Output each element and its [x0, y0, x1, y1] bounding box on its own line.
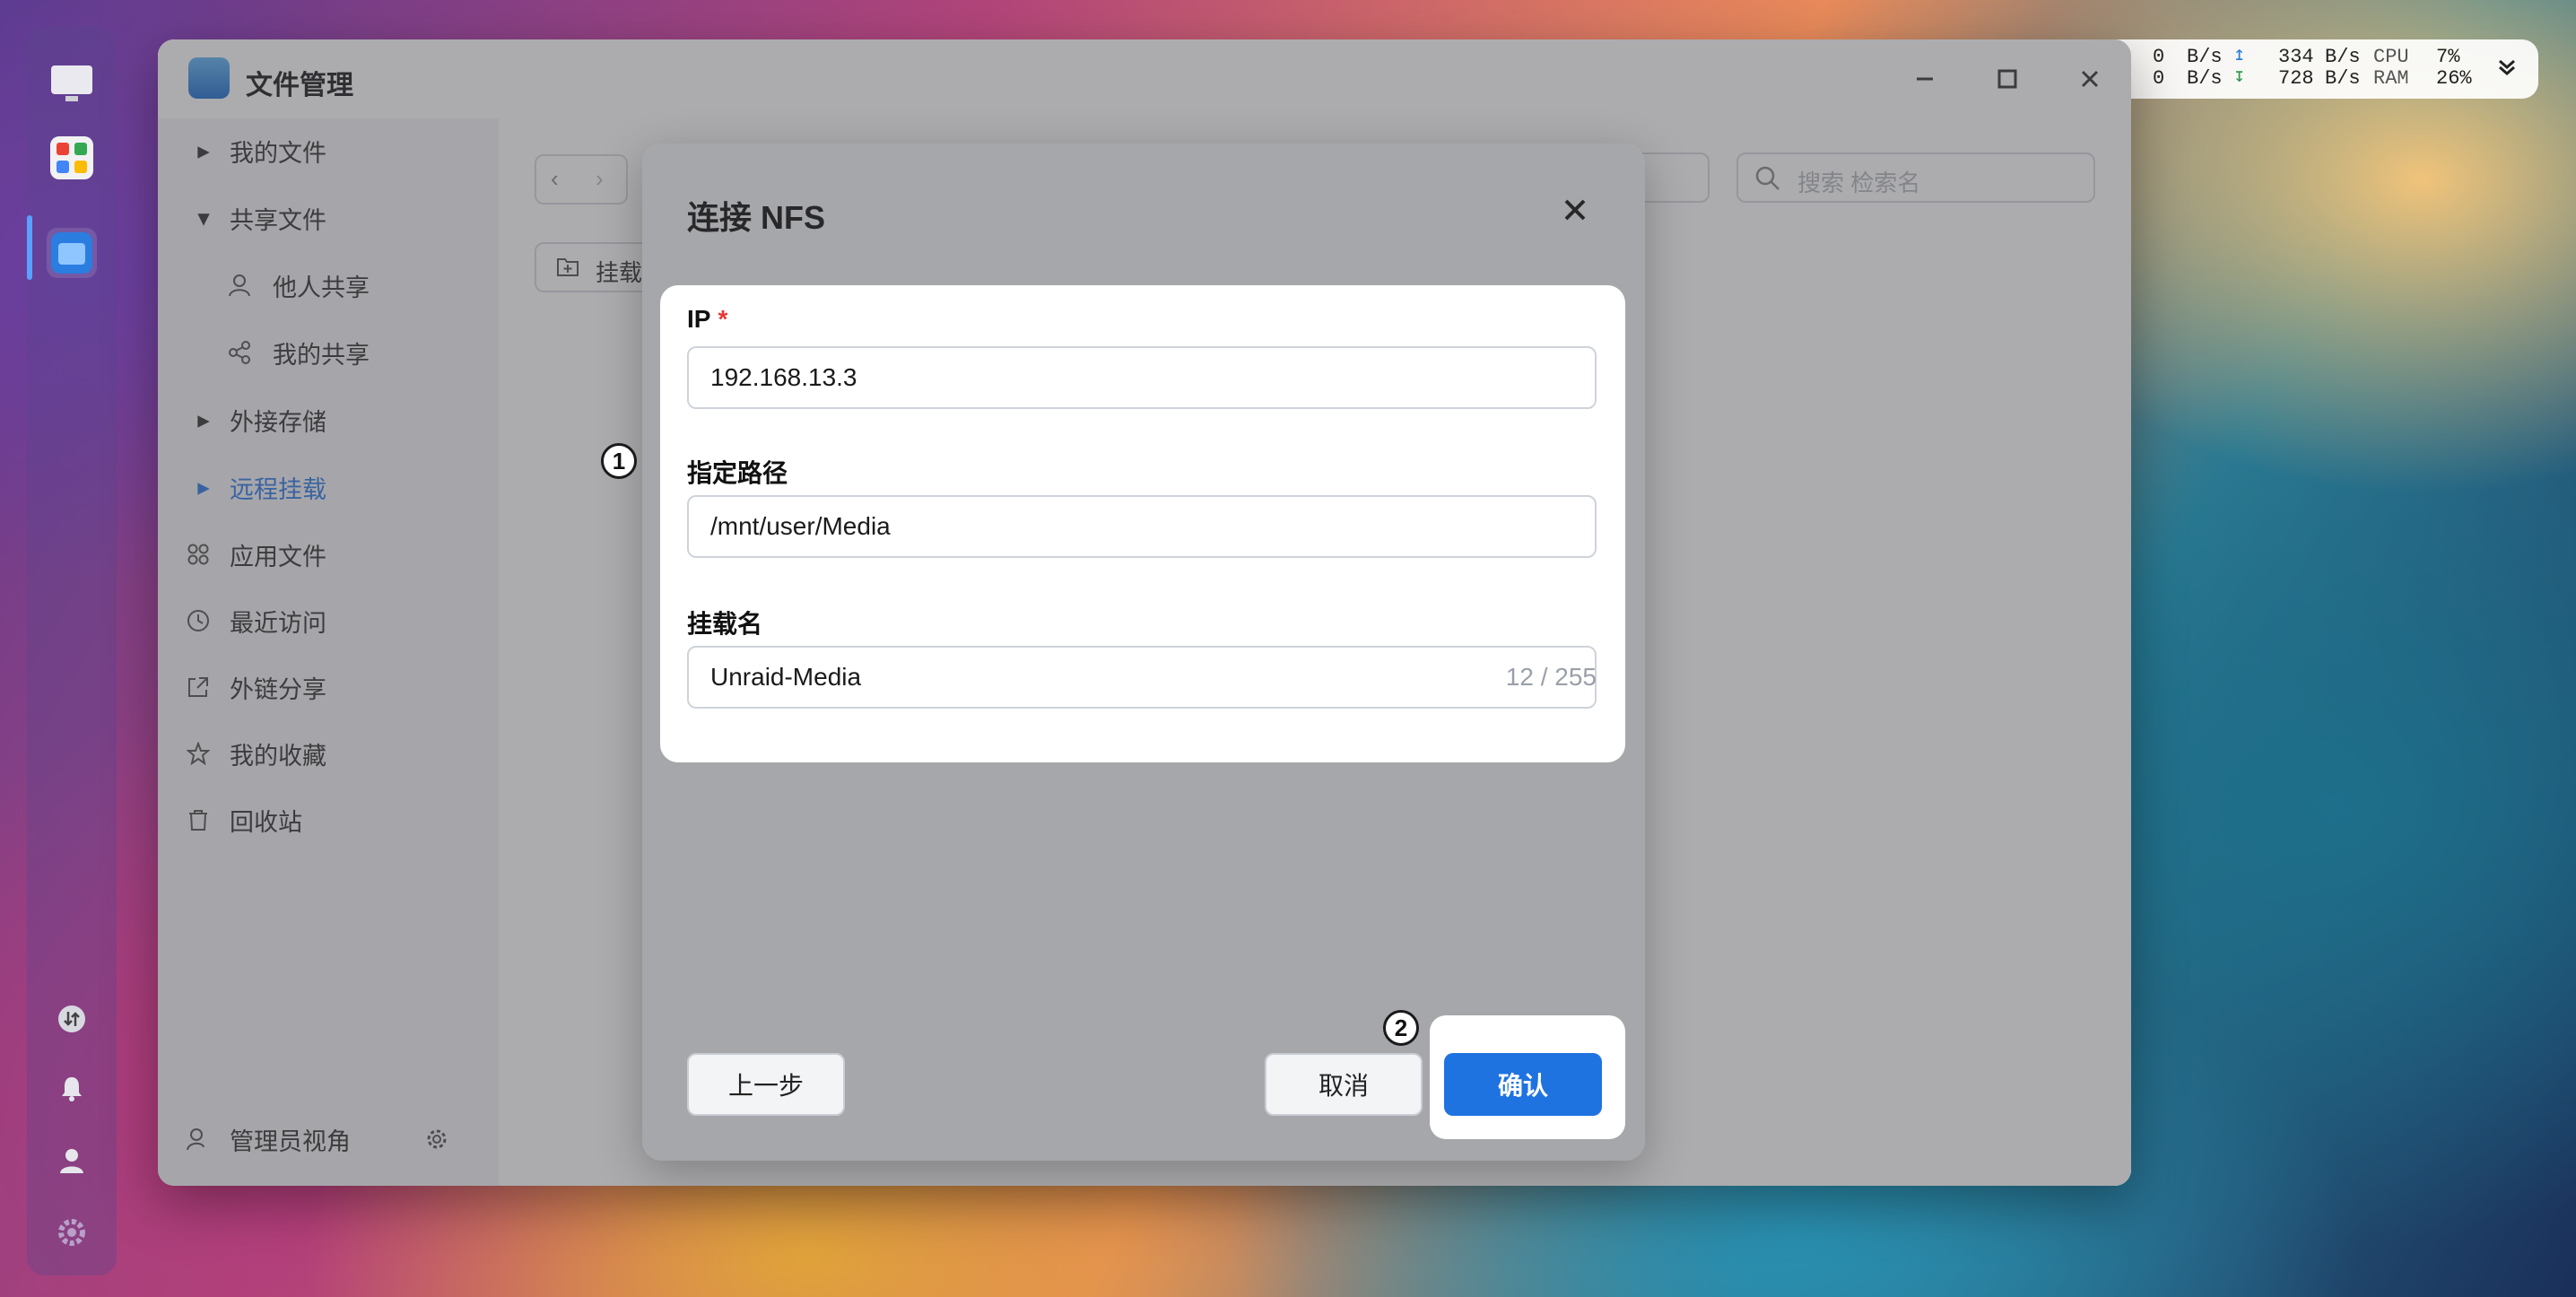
bell-icon[interactable]: [57, 1075, 86, 1103]
cancel-button[interactable]: 取消: [1265, 1053, 1423, 1116]
ip-input[interactable]: [687, 346, 1597, 409]
download-unit: B/s: [2187, 67, 2223, 90]
path-input[interactable]: [687, 495, 1597, 558]
confirm-highlight: 确认: [1430, 1015, 1625, 1139]
step-badge-2: 2: [1383, 1010, 1419, 1046]
active-indicator: [27, 215, 32, 280]
ram-label: RAM: [2373, 67, 2409, 90]
ram-value: 26%: [2436, 67, 2472, 90]
chevron-double-down-icon[interactable]: [2495, 56, 2519, 85]
tx-unit: B/s: [2325, 46, 2361, 68]
system-monitor: 0 B/s 0 B/s ↥ ↧ 334 B/s 728 B/s CPU 7% R…: [2090, 39, 2538, 99]
arrow-up-icon: ↥: [2233, 44, 2246, 66]
mount-name-input[interactable]: [687, 646, 1597, 709]
rx-rate: 728: [2278, 67, 2314, 90]
ip-label-text: IP: [687, 305, 711, 333]
step-badge-1: 1: [601, 443, 637, 479]
arrow-down-icon: ↧: [2233, 65, 2246, 88]
upload-rate: 0: [2153, 46, 2165, 68]
desktop-icon[interactable]: [47, 59, 97, 109]
ip-label: IP *: [687, 305, 727, 334]
tx-rate: 334: [2278, 46, 2314, 68]
file-manager-dock-icon[interactable]: [47, 228, 97, 278]
cpu-value: 7%: [2436, 46, 2460, 68]
settings-icon[interactable]: [57, 1218, 86, 1247]
required-mark: *: [718, 305, 728, 333]
cpu-label: CPU: [2373, 46, 2409, 68]
dock: [27, 27, 117, 1275]
user-icon[interactable]: [57, 1146, 86, 1175]
nfs-form: IP* 指定路径 挂载名 12 / 255: [660, 285, 1625, 762]
transfer-icon[interactable]: [57, 1005, 86, 1033]
download-rate: 0: [2153, 67, 2165, 90]
rx-unit: B/s: [2325, 67, 2361, 90]
char-counter: 12 / 255: [1505, 663, 1597, 691]
confirm-button[interactable]: 确认: [1444, 1053, 1602, 1116]
path-label: 指定路径: [687, 459, 788, 487]
upload-unit: B/s: [2187, 46, 2223, 68]
app-center-icon[interactable]: [47, 133, 97, 183]
back-step-button[interactable]: 上一步: [687, 1053, 845, 1116]
mount-name-label: 挂载名: [687, 610, 763, 638]
desktop: 0 B/s 0 B/s ↥ ↧ 334 B/s 728 B/s CPU 7% R…: [0, 0, 2576, 1297]
